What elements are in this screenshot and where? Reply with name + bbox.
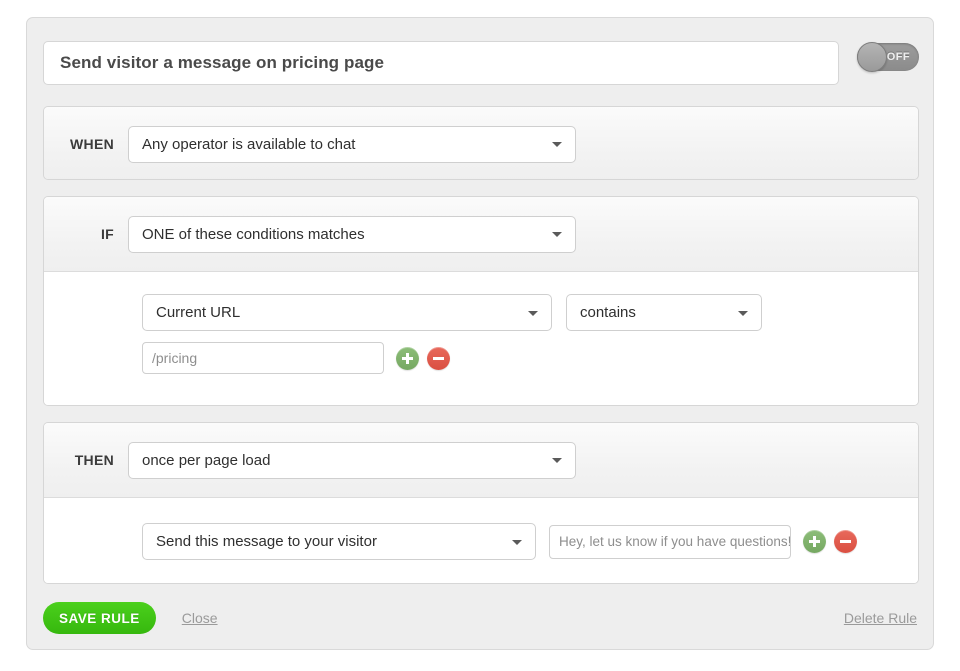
condition-field-select[interactable]: Current URL bbox=[142, 294, 552, 331]
action-type-select[interactable]: Send this message to your visitor bbox=[142, 523, 536, 560]
action-type-value: Send this message to your visitor bbox=[156, 533, 377, 550]
condition-row: Current URL contains bbox=[142, 294, 918, 331]
toggle-knob bbox=[857, 42, 887, 72]
condition-value-text: /pricing bbox=[152, 350, 197, 366]
rule-enabled-toggle[interactable]: OFF bbox=[857, 43, 919, 71]
save-rule-label: SAVE RULE bbox=[59, 611, 140, 626]
when-panel: WHEN Any operator is available to chat bbox=[43, 106, 919, 180]
condition-field-value: Current URL bbox=[156, 304, 240, 321]
condition-value-row: /pricing bbox=[142, 342, 918, 374]
if-match-select[interactable]: ONE of these conditions matches bbox=[128, 216, 576, 253]
add-condition-icon[interactable] bbox=[396, 347, 419, 370]
condition-operator-select[interactable]: contains bbox=[566, 294, 762, 331]
add-action-icon[interactable] bbox=[803, 530, 826, 553]
when-header: WHEN Any operator is available to chat bbox=[44, 107, 918, 180]
condition-operator-value: contains bbox=[580, 304, 636, 321]
if-panel: IF ONE of these conditions matches Curre… bbox=[43, 196, 919, 406]
rule-title-row: Send visitor a message on pricing page O… bbox=[43, 35, 919, 91]
if-label: IF bbox=[44, 226, 128, 242]
remove-action-icon[interactable] bbox=[834, 530, 857, 553]
if-match-select-value: ONE of these conditions matches bbox=[142, 226, 365, 243]
when-select[interactable]: Any operator is available to chat bbox=[128, 126, 576, 163]
then-header: THEN once per page load bbox=[44, 423, 918, 497]
save-rule-button[interactable]: SAVE RULE bbox=[43, 602, 156, 634]
chevron-down-icon bbox=[512, 540, 522, 545]
then-actions-body: Send this message to your visitor Hey, l… bbox=[44, 497, 918, 584]
then-frequency-select[interactable]: once per page load bbox=[128, 442, 576, 479]
close-link[interactable]: Close bbox=[182, 610, 218, 626]
chevron-down-icon bbox=[528, 311, 538, 316]
action-message-input[interactable]: Hey, let us know if you have questions! bbox=[549, 525, 791, 559]
action-message-text: Hey, let us know if you have questions! bbox=[559, 534, 791, 549]
rule-footer: SAVE RULE Close Delete Rule bbox=[43, 598, 917, 638]
when-select-value: Any operator is available to chat bbox=[142, 136, 355, 153]
remove-condition-icon[interactable] bbox=[427, 347, 450, 370]
rule-editor-card: Send visitor a message on pricing page O… bbox=[26, 17, 934, 650]
chevron-down-icon bbox=[552, 458, 562, 463]
action-row: Send this message to your visitor Hey, l… bbox=[142, 523, 918, 560]
toggle-state-label: OFF bbox=[887, 51, 910, 63]
condition-value-input[interactable]: /pricing bbox=[142, 342, 384, 374]
chevron-down-icon bbox=[738, 311, 748, 316]
chevron-down-icon bbox=[552, 142, 562, 147]
then-label: THEN bbox=[44, 452, 128, 468]
then-frequency-value: once per page load bbox=[142, 452, 270, 469]
then-panel: THEN once per page load Send this messag… bbox=[43, 422, 919, 584]
if-header: IF ONE of these conditions matches bbox=[44, 197, 918, 271]
rule-title-input[interactable]: Send visitor a message on pricing page bbox=[43, 41, 839, 85]
if-conditions-body: Current URL contains /pricing bbox=[44, 271, 918, 406]
rule-title-text: Send visitor a message on pricing page bbox=[60, 53, 384, 73]
chevron-down-icon bbox=[552, 232, 562, 237]
delete-rule-link[interactable]: Delete Rule bbox=[844, 610, 917, 626]
when-label: WHEN bbox=[44, 136, 128, 152]
